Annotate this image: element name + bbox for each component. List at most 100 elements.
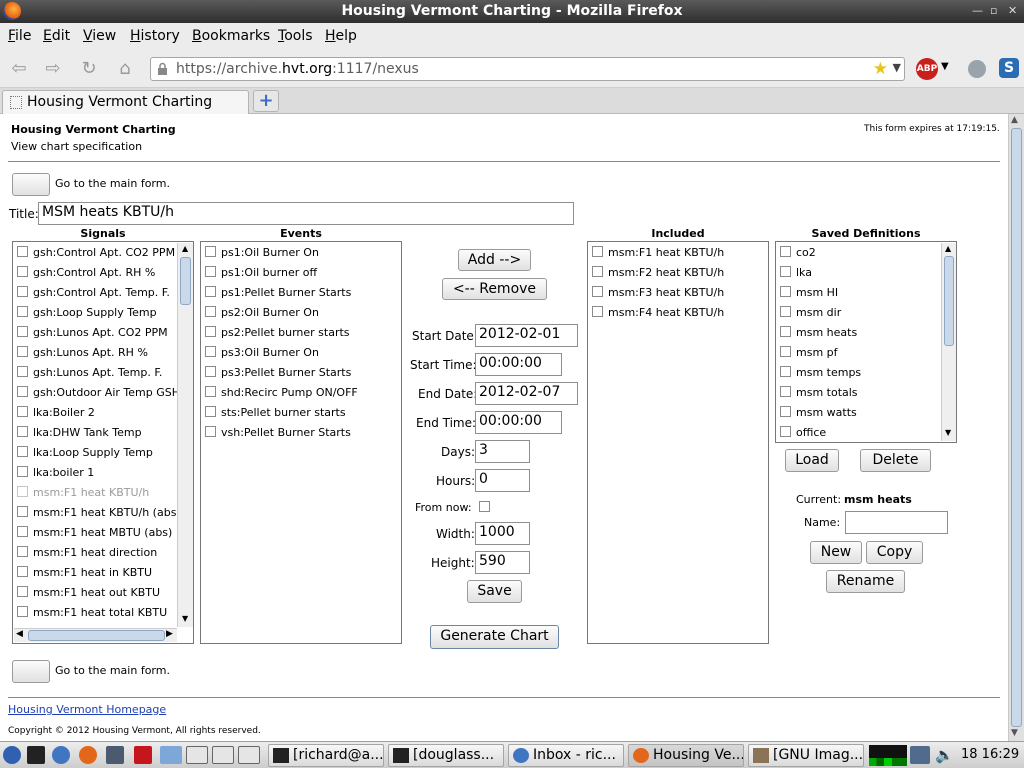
signal-item[interactable]: gsh:Control Apt. CO2 PPM <box>17 246 175 259</box>
event-item[interactable]: vsh:Pellet Burner Starts <box>205 426 351 439</box>
saved-scroll-down-icon[interactable]: ▼ <box>945 428 951 437</box>
included-checkbox[interactable] <box>592 286 603 297</box>
file-manager-icon[interactable] <box>106 746 124 764</box>
signal-item[interactable]: gsh:Control Apt. RH % <box>17 266 155 279</box>
signal-item[interactable]: msm:F1 heat direction <box>17 546 157 559</box>
workspace-1-icon[interactable] <box>160 746 182 764</box>
signal-checkbox[interactable] <box>17 606 28 617</box>
saved-definition-checkbox[interactable] <box>780 386 791 397</box>
saved-definition-item[interactable]: office <box>780 426 826 439</box>
signal-item[interactable]: msm:F1 heat total KBTU <box>17 606 167 619</box>
signal-checkbox[interactable] <box>17 326 28 337</box>
remove-button[interactable]: <-- Remove <box>442 278 547 300</box>
terminal-launcher-icon[interactable] <box>27 746 45 764</box>
start-time-input[interactable]: 00:00:00 <box>475 353 562 376</box>
included-checkbox[interactable] <box>592 306 603 317</box>
included-item[interactable]: msm:F2 heat KBTU/h <box>592 266 724 279</box>
firefox-launcher-icon[interactable] <box>79 746 97 764</box>
signal-item[interactable]: gsh:Outdoor Air Temp GSH <box>17 386 180 399</box>
thunderbird-launcher-icon[interactable] <box>52 746 70 764</box>
add-button[interactable]: Add --> <box>458 249 531 271</box>
saved-definition-checkbox[interactable] <box>780 266 791 277</box>
menu-history[interactable]: History <box>130 28 180 44</box>
rename-button[interactable]: Rename <box>826 570 905 593</box>
signal-item[interactable]: gsh:Control Apt. Temp. F. <box>17 286 170 299</box>
generate-chart-button[interactable]: Generate Chart <box>430 625 559 649</box>
main-form-button[interactable] <box>12 173 50 196</box>
task-thunderbird-inbox[interactable]: Inbox - ric... <box>508 744 624 767</box>
included-list[interactable]: msm:F1 heat KBTU/h msm:F2 heat KBTU/h msm:… <box>587 241 769 644</box>
saved-vertical-scrollbar[interactable]: ▲ ▼ <box>941 243 956 441</box>
saved-definition-checkbox[interactable] <box>780 346 791 357</box>
height-input[interactable]: 590 <box>475 551 530 574</box>
homepage-link[interactable]: Housing Vermont Homepage <box>8 703 166 716</box>
workspace-2-icon[interactable] <box>186 746 208 764</box>
signals-list[interactable]: gsh:Control Apt. CO2 PPM gsh:Control Apt.… <box>12 241 194 644</box>
signal-item[interactable]: msm:F1 heat KBTU/h <box>17 486 149 499</box>
home-icon[interactable]: ⌂ <box>114 59 136 79</box>
clock[interactable]: 18 16:29 <box>961 747 1019 762</box>
new-button[interactable]: New <box>810 541 862 564</box>
signal-checkbox[interactable] <box>17 466 28 477</box>
page-vertical-scrollbar[interactable]: ▲ ▼ <box>1008 114 1024 741</box>
workspace-3-icon[interactable] <box>212 746 234 764</box>
forward-icon[interactable]: ⇨ <box>42 59 64 79</box>
event-checkbox[interactable] <box>205 326 216 337</box>
addon-icon[interactable] <box>968 60 986 78</box>
signal-checkbox[interactable] <box>17 346 28 357</box>
menu-view[interactable]: View <box>83 28 116 44</box>
volume-icon[interactable]: 🔈 <box>935 746 954 764</box>
start-date-input[interactable]: 2012-02-01 <box>475 324 578 347</box>
saved-definitions-list[interactable]: co2 lka msm HI msm dir msm heats msm pf msm te… <box>775 241 957 443</box>
saved-definition-checkbox[interactable] <box>780 366 791 377</box>
event-item[interactable]: ps2:Pellet burner starts <box>205 326 350 339</box>
scroll-left-icon[interactable]: ◀ <box>16 629 23 639</box>
scroll-right-icon[interactable]: ▶ <box>166 629 173 639</box>
close-icon[interactable]: ✕ <box>1008 4 1017 17</box>
menu-edit[interactable]: Edit <box>43 28 70 44</box>
pdf-reader-icon[interactable] <box>134 746 152 764</box>
signal-item[interactable]: gsh:Lunos Apt. Temp. F. <box>17 366 162 379</box>
event-checkbox[interactable] <box>205 306 216 317</box>
reload-icon[interactable]: ↻ <box>78 59 100 79</box>
signal-item[interactable]: lka:boiler 1 <box>17 466 94 479</box>
page-scroll-down-icon[interactable]: ▼ <box>1011 728 1018 738</box>
signal-checkbox[interactable] <box>17 446 28 457</box>
back-icon[interactable]: ⇦ <box>8 59 30 79</box>
signal-item[interactable]: gsh:Lunos Apt. CO2 PPM <box>17 326 168 339</box>
signal-checkbox[interactable] <box>17 266 28 277</box>
task-terminal-richard[interactable]: [richard@a... <box>268 744 384 767</box>
signal-item[interactable]: lka:DHW Tank Temp <box>17 426 142 439</box>
saved-definition-item[interactable]: co2 <box>780 246 816 259</box>
saved-definition-checkbox[interactable] <box>780 246 791 257</box>
fedora-menu-icon[interactable] <box>3 746 21 764</box>
saved-definition-checkbox[interactable] <box>780 426 791 437</box>
event-checkbox[interactable] <box>205 286 216 297</box>
included-item[interactable]: msm:F4 heat KBTU/h <box>592 306 724 319</box>
included-item[interactable]: msm:F1 heat KBTU/h <box>592 246 724 259</box>
copy-button[interactable]: Copy <box>866 541 923 564</box>
signal-item[interactable]: msm:F1 heat MBTU (abs) <box>17 526 172 539</box>
signal-item[interactable]: lka:Loop Supply Temp <box>17 446 153 459</box>
event-checkbox[interactable] <box>205 426 216 437</box>
url-dropdown-icon[interactable]: ▼ <box>893 61 901 74</box>
events-list[interactable]: ps1:Oil Burner On ps1:Oil burner off ps1:P… <box>200 241 402 644</box>
saved-definition-item[interactable]: msm totals <box>780 386 858 399</box>
menu-bookmarks[interactable]: Bookmarks <box>192 28 270 44</box>
included-item[interactable]: msm:F3 heat KBTU/h <box>592 286 724 299</box>
saved-definition-item[interactable]: msm pf <box>780 346 838 359</box>
event-item[interactable]: ps1:Oil burner off <box>205 266 317 279</box>
event-checkbox[interactable] <box>205 366 216 377</box>
saved-definition-checkbox[interactable] <box>780 286 791 297</box>
signal-item[interactable]: msm:F1 heat out KBTU <box>17 586 160 599</box>
menu-file[interactable]: File <box>8 28 31 44</box>
signal-item[interactable]: gsh:Lunos Apt. RH % <box>17 346 148 359</box>
signal-checkbox[interactable] <box>17 486 28 497</box>
save-button[interactable]: Save <box>467 580 522 603</box>
saved-definition-item[interactable]: msm HI <box>780 286 838 299</box>
task-gimp[interactable]: [GNU Imag... <box>748 744 864 767</box>
h-scroll-thumb[interactable] <box>28 630 165 641</box>
signal-item[interactable]: lka:Boiler 2 <box>17 406 95 419</box>
event-item[interactable]: ps3:Oil Burner On <box>205 346 319 359</box>
delete-button[interactable]: Delete <box>860 449 931 472</box>
